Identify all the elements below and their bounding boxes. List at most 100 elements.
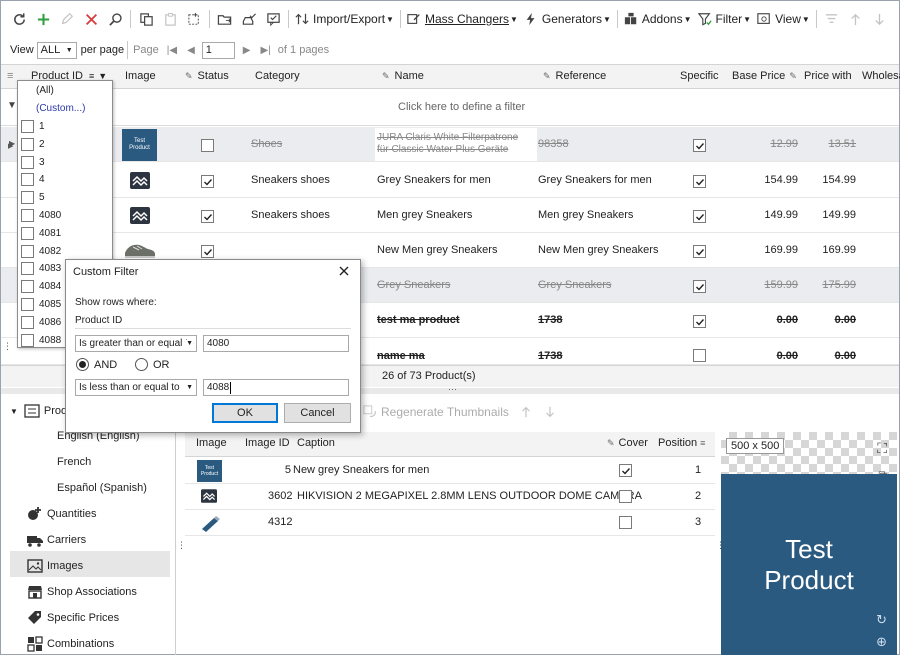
filter-option[interactable]: 1 bbox=[21, 118, 45, 135]
cover-checkbox[interactable] bbox=[619, 490, 632, 503]
column-reference[interactable]: ✎ Reference bbox=[543, 70, 606, 82]
filter-option-custom[interactable]: (Custom...) bbox=[36, 100, 85, 117]
cover-checkbox[interactable] bbox=[619, 464, 632, 477]
cancel-button[interactable]: Cancel bbox=[284, 403, 351, 423]
column-menu-icon[interactable]: ≡ bbox=[7, 70, 13, 82]
filter-option[interactable]: 5 bbox=[21, 189, 45, 206]
operator1-select[interactable]: Is greater than or equal to ▼ bbox=[75, 335, 197, 352]
status-checkbox[interactable] bbox=[201, 139, 214, 152]
addons-button[interactable]: Addons ▼ bbox=[621, 7, 695, 31]
nav-combinations[interactable]: Combinations bbox=[27, 636, 114, 652]
column-image[interactable]: Image bbox=[196, 437, 227, 449]
specific-checkbox[interactable] bbox=[693, 349, 706, 362]
column-specific[interactable]: Specific bbox=[680, 70, 719, 82]
column-category[interactable]: Category bbox=[255, 70, 300, 82]
import-export-button[interactable]: Import/Export ▼ bbox=[292, 7, 397, 31]
prev-page-icon[interactable]: ◀ bbox=[187, 45, 195, 56]
table-row[interactable]: ▶ Test Product Shoes JURA Claris White Fi… bbox=[1, 127, 899, 162]
specific-checkbox[interactable] bbox=[693, 280, 706, 293]
move-up-icon[interactable] bbox=[514, 400, 538, 424]
status-checkbox[interactable] bbox=[201, 245, 214, 258]
close-icon[interactable] bbox=[336, 263, 352, 279]
nav-specific-prices[interactable]: Specific Prices bbox=[27, 610, 119, 626]
status-checkbox[interactable] bbox=[201, 175, 214, 188]
column-status[interactable]: ✎ Status bbox=[185, 70, 229, 82]
filter-button[interactable]: Filter ▼ bbox=[695, 7, 755, 31]
car-check-icon[interactable] bbox=[237, 7, 261, 31]
refresh-icon[interactable] bbox=[7, 7, 31, 31]
column-base-price[interactable]: Base Price ✎ bbox=[732, 70, 797, 82]
next-page-icon[interactable]: ▶ bbox=[243, 45, 251, 56]
filter-option[interactable]: 4084 bbox=[21, 278, 61, 295]
delete-icon[interactable] bbox=[79, 7, 103, 31]
filter-option[interactable]: 2 bbox=[21, 136, 45, 153]
nav-carriers[interactable]: Carriers bbox=[27, 532, 86, 548]
mass-changers-button[interactable]: Mass Changers ▼ bbox=[404, 7, 521, 31]
filter-option[interactable]: 4082 bbox=[21, 243, 61, 260]
nav-products[interactable]: ▼ Prod bbox=[10, 403, 67, 419]
move-down-icon[interactable] bbox=[538, 400, 562, 424]
filter-option[interactable]: 4088 bbox=[21, 332, 61, 349]
add-icon[interactable] bbox=[31, 7, 55, 31]
first-page-icon[interactable]: |◀ bbox=[167, 45, 177, 56]
move-up-icon[interactable] bbox=[844, 7, 868, 31]
folder-move-icon[interactable] bbox=[213, 7, 237, 31]
operator2-select[interactable]: Is less than or equal to ▼ bbox=[75, 379, 197, 396]
column-price-with[interactable]: Price with bbox=[804, 70, 852, 82]
nav-shop-associations[interactable]: Shop Associations bbox=[27, 584, 137, 600]
filter-option[interactable]: 4085 bbox=[21, 296, 61, 313]
last-page-icon[interactable]: ▶| bbox=[261, 45, 271, 56]
regenerate-thumbnails-button[interactable]: Regenerate Thumbnails bbox=[360, 400, 512, 424]
message-check-icon[interactable] bbox=[261, 7, 285, 31]
nav-quantities[interactable]: Quantities bbox=[27, 506, 97, 522]
filter-option[interactable]: 4083 bbox=[21, 260, 61, 277]
ok-button[interactable]: OK bbox=[212, 403, 278, 423]
search-icon[interactable] bbox=[103, 7, 127, 31]
column-caption[interactable]: Caption bbox=[297, 437, 335, 449]
filter-option[interactable]: 4081 bbox=[21, 225, 61, 242]
value2-input[interactable]: 4088 bbox=[203, 379, 349, 396]
filter-option[interactable]: 4086 bbox=[21, 314, 61, 331]
paste-icon[interactable] bbox=[158, 7, 182, 31]
nav-images[interactable]: Images bbox=[27, 558, 83, 574]
image-row[interactable]: 4312 3 bbox=[185, 510, 715, 536]
filter-option[interactable]: 3 bbox=[21, 154, 45, 171]
filter-option-all[interactable]: (All) bbox=[36, 82, 54, 99]
specific-checkbox[interactable] bbox=[693, 245, 706, 258]
column-position[interactable]: Position ≡ bbox=[658, 437, 705, 449]
sort-az-icon[interactable] bbox=[820, 7, 844, 31]
view-count-select[interactable]: ALL ▼ bbox=[36, 41, 77, 59]
copy-icon[interactable] bbox=[134, 7, 158, 31]
specific-checkbox[interactable] bbox=[693, 175, 706, 188]
filter-option[interactable]: 4080 bbox=[21, 207, 61, 224]
table-row[interactable]: Sneakers shoes Men grey Sneakers Men gre… bbox=[1, 198, 899, 233]
and-radio[interactable]: AND bbox=[76, 358, 117, 371]
select-icon[interactable] bbox=[182, 7, 206, 31]
table-row[interactable]: Sneakers shoes Grey Sneakers for men Gre… bbox=[1, 163, 899, 198]
column-image[interactable]: Image bbox=[125, 70, 156, 82]
nav-lang-es[interactable]: Español (Spanish) bbox=[57, 482, 147, 494]
column-name[interactable]: ✎ Name bbox=[382, 70, 424, 82]
specific-checkbox[interactable] bbox=[693, 139, 706, 152]
fit-screen-icon[interactable]: ⛶ bbox=[877, 440, 887, 457]
zoom-icon[interactable]: ⊕ bbox=[876, 634, 887, 650]
column-wholesale[interactable]: Wholesa bbox=[862, 70, 900, 82]
page-number-input[interactable]: 1 bbox=[201, 41, 235, 59]
or-radio[interactable]: OR bbox=[135, 358, 170, 371]
image-row[interactable]: 3602 HIKVISION 2 MEGAPIXEL 2.8MM LENS OU… bbox=[185, 484, 715, 510]
rotate-icon[interactable]: ↻ bbox=[876, 612, 887, 628]
generators-button[interactable]: Generators ▼ bbox=[521, 7, 614, 31]
specific-checkbox[interactable] bbox=[693, 210, 706, 223]
status-checkbox[interactable] bbox=[201, 210, 214, 223]
value1-input[interactable]: 4080 bbox=[203, 335, 349, 352]
vertical-splitter-grip-icon[interactable]: ⋮ bbox=[3, 341, 12, 352]
view-button[interactable]: View ▼ bbox=[754, 7, 813, 31]
nav-lang-fr[interactable]: French bbox=[57, 456, 91, 468]
filter-option[interactable]: 4 bbox=[21, 171, 45, 188]
image-row[interactable]: Test Product 5 New grey Sneakers for men … bbox=[185, 458, 715, 484]
column-cover[interactable]: ✎ Cover bbox=[607, 437, 648, 449]
move-down-icon[interactable] bbox=[868, 7, 892, 31]
specific-checkbox[interactable] bbox=[693, 315, 706, 328]
cover-checkbox[interactable] bbox=[619, 516, 632, 529]
filter-row[interactable]: Click here to define a filter bbox=[1, 90, 899, 126]
